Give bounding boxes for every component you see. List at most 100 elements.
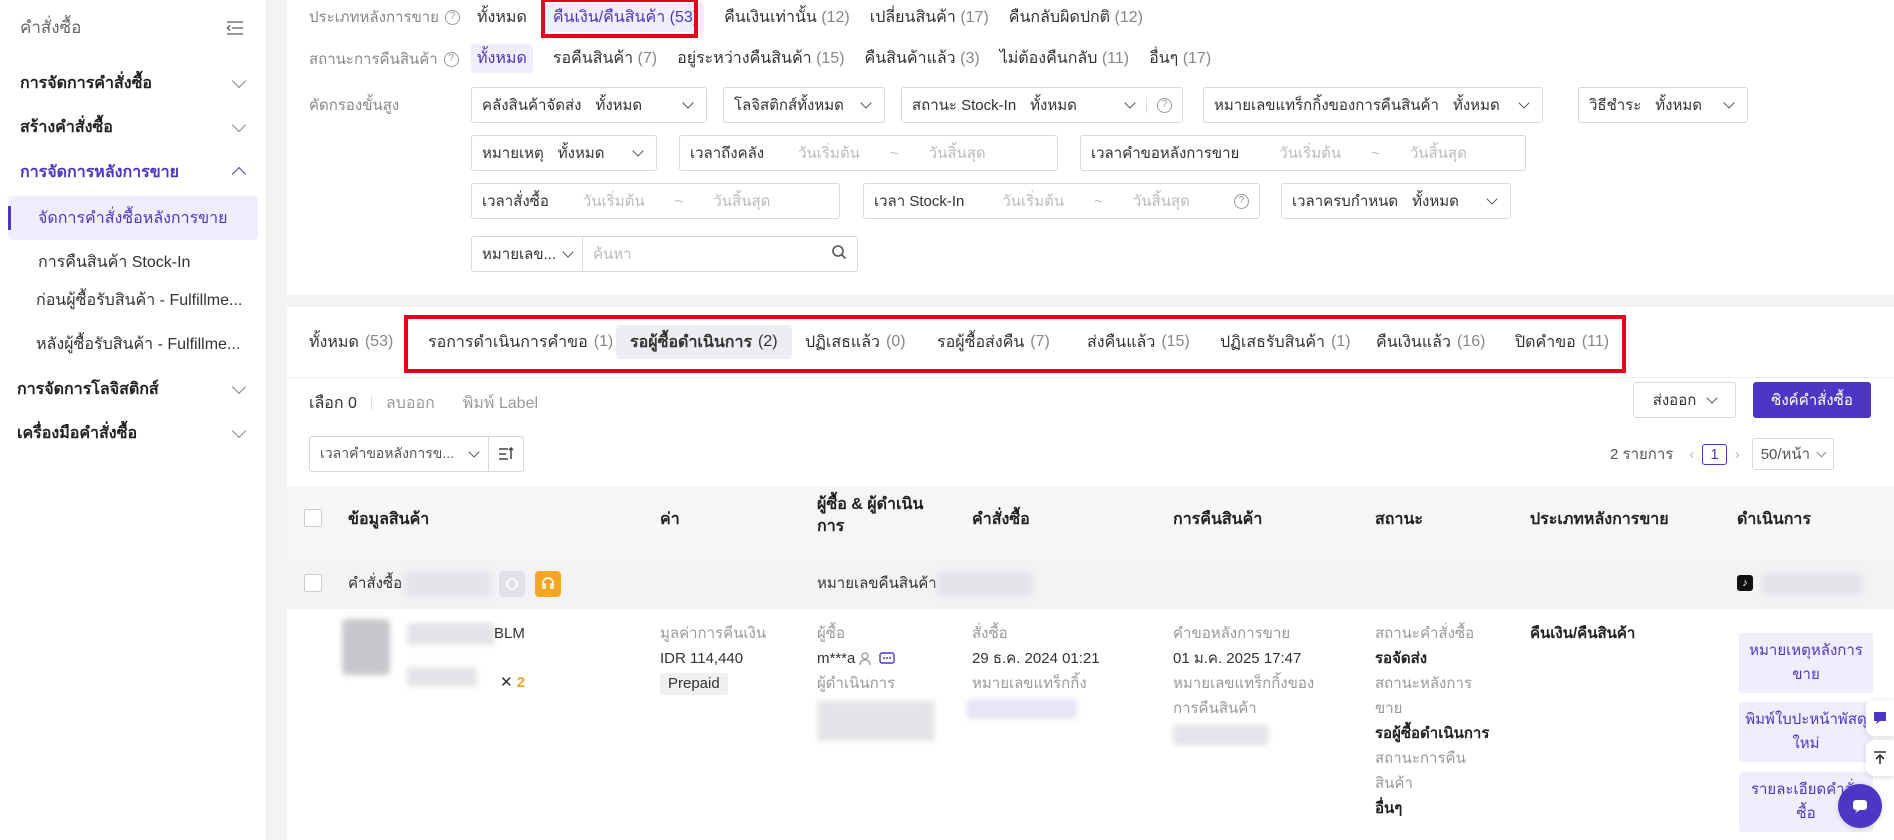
sidebar-group-after-sales[interactable]: การจัดการหลังการขาย (0, 157, 266, 187)
chevron-down-icon (231, 379, 247, 395)
help-icon[interactable]: ? (444, 9, 460, 25)
sidebar-group-logistics[interactable]: การจัดการโลจิสติกส์ (0, 374, 266, 404)
header-status: สถานะ (1375, 511, 1423, 528)
buyer-name: m***a (817, 650, 856, 667)
order-time-range[interactable]: เวลาสั่งซื้อ วันเริ่มต้น ~ วันสิ้นสุด (471, 183, 840, 219)
type-option-exchange[interactable]: เปลี่ยนสินค้า (17) (870, 5, 989, 30)
sidebar-item-before-receive[interactable]: ก่อนผู้ซื้อรับสินค้า - Fulfillme... (8, 284, 258, 316)
status-option-waiting[interactable]: รอคืนสินค้า (7) (553, 46, 657, 71)
return-number-label: หมายเลขคืนสินค้า (817, 575, 937, 592)
help-icon[interactable]: ? (1234, 193, 1249, 209)
tab-refused-receive[interactable]: ปฏิเสธรับสินค้า (1) (1206, 325, 1365, 359)
product-name-redacted (407, 623, 495, 645)
header-return: การคืนสินค้า (1173, 511, 1263, 528)
order-checkbox[interactable] (304, 574, 322, 592)
after-sales-note-button[interactable]: หมายเหตุหลังการขาย (1739, 633, 1873, 693)
payment-select[interactable]: วิธีชำระ ทั้งหมด (1578, 87, 1748, 123)
copy-icon[interactable] (499, 571, 525, 597)
sidebar-group-order-tools[interactable]: เครื่องมือคำสั่งซื้อ (0, 418, 266, 448)
sort-order-button[interactable] (488, 436, 524, 472)
sync-orders-button[interactable]: ซิงค์คำสั่งซื้อ (1753, 382, 1871, 418)
return-tracking-select[interactable]: หมายเลขแทร็กกิ้งของการคืนสินค้า ทั้งหมด (1203, 87, 1543, 123)
tab-waiting-return[interactable]: รอผู้ซื้อส่งคืน (7) (923, 325, 1064, 359)
status-cell: สถานะคำสั่งซื้อ รอจัดส่ง สถานะหลังการ ขา… (1375, 625, 1490, 817)
request-time-range[interactable]: เวลาคำขอหลังการขาย วันเริ่มต้น ~ วันสิ้นสุด (1080, 135, 1526, 171)
service-icon[interactable] (535, 571, 561, 597)
chevron-down-icon (231, 73, 247, 89)
help-icon[interactable]: ? (1157, 97, 1172, 113)
collapse-menu-icon[interactable] (226, 20, 244, 35)
type-option-all[interactable]: ทั้งหมด (477, 5, 527, 30)
chat-icon[interactable] (879, 651, 896, 666)
chevron-up-icon (231, 166, 247, 182)
back-to-top-icon[interactable] (1866, 740, 1894, 776)
chevron-down-icon (468, 446, 480, 458)
tab-closed[interactable]: ปิดคำขอ (11) (1501, 325, 1623, 359)
sidebar-item-after-receive[interactable]: หลังผู้ซื้อรับสินค้า - Fulfillme... (8, 328, 258, 360)
search-type-select[interactable]: หมายเลข... (471, 236, 583, 272)
user-icon[interactable] (859, 651, 875, 666)
status-option-returning[interactable]: อยู่ระหว่างคืนสินค้า (15) (677, 46, 844, 71)
prepaid-badge: Prepaid (660, 673, 728, 695)
selected-count: เลือก 0 (309, 394, 357, 412)
type-option-abnormal-return[interactable]: คืนกลับผิดปกติ (12) (1009, 5, 1143, 30)
reprint-label-button[interactable]: พิมพ์ใบปะหน้าพัสดุใหม่ (1739, 702, 1873, 762)
order-group-row (287, 559, 1894, 609)
chevron-down-icon (1723, 97, 1735, 109)
stockin-time-range[interactable]: เวลา Stock-In วันเริ่มต้น ~ วันสิ้นสุด? (863, 183, 1260, 219)
prev-page-icon[interactable]: ‹ (1689, 446, 1694, 463)
select-all-checkbox[interactable] (304, 509, 322, 527)
pagination: 2 รายการ ‹ 1 › 50/หน้า (1610, 436, 1835, 472)
return-number-redacted (937, 572, 1033, 596)
filter-type-options: ทั้งหมด คืนเงิน/คืนสินค้า (53) คืนเงินเท… (477, 2, 1163, 32)
filter-status-options: ทั้งหมด รอคืนสินค้า (7) อยู่ระหว่างคืนสิ… (471, 43, 1231, 73)
help-icon[interactable]: ? (443, 51, 459, 67)
per-page-select[interactable]: 50/หน้า (1751, 438, 1835, 470)
sidebar-item-stock-in[interactable]: การคืนสินค้า Stock-In (8, 246, 258, 278)
sidebar-group-order-management[interactable]: การจัดการคำสั่งซื้อ (0, 68, 266, 98)
arrive-time-range[interactable]: เวลาถึงคลัง วันเริ่มต้น ~ วันสิ้นสุด (679, 135, 1058, 171)
search-input[interactable]: ค้นหา (582, 236, 858, 272)
tab-refunded[interactable]: คืนเงินแล้ว (16) (1362, 325, 1499, 359)
note-select[interactable]: หมายเหตุ ทั้งหมด (471, 135, 657, 171)
status-option-returned[interactable]: คืนสินค้าแล้ว (3) (865, 46, 980, 71)
stockin-status-select[interactable]: สถานะ Stock-In ทั้งหมด ? (901, 87, 1183, 123)
feedback-icon[interactable] (1866, 700, 1894, 736)
tab-all[interactable]: ทั้งหมด (53) (295, 325, 407, 359)
product-sku-redacted (407, 667, 477, 687)
tab-rejected[interactable]: ปฏิเสธแล้ว (0) (791, 325, 920, 359)
return-tracking-redacted (1173, 725, 1269, 745)
header-amount: ค่า (660, 511, 680, 528)
type-option-refund-only[interactable]: คืนเงินเท่านั้น (12) (724, 5, 850, 30)
deadline-select[interactable]: เวลาครบกำหนด ทั้งหมด (1281, 183, 1511, 219)
sidebar-group-create-order[interactable]: สร้างคำสั่งซื้อ (0, 112, 266, 142)
chevron-down-icon (682, 97, 694, 109)
logistics-select[interactable]: โลจิสติกส์ทั้งหมด (723, 87, 885, 123)
tab-returned[interactable]: ส่งคืนแล้ว (15) (1073, 325, 1204, 359)
tiktok-icon: ♪ (1737, 575, 1753, 591)
status-option-other[interactable]: อื่นๆ (17) (1149, 46, 1211, 71)
search-icon[interactable] (831, 244, 847, 264)
print-label-button[interactable]: พิมพ์ Label (463, 391, 538, 416)
status-option-no-return[interactable]: ไม่ต้องคืนกลับ (11) (1000, 46, 1129, 71)
export-button[interactable]: ส่งออก (1633, 382, 1736, 418)
sidebar-item-after-sales-orders[interactable]: จัดการคำสั่งซื้อหลังการขาย (8, 196, 258, 240)
product-qty: ✕ 2 (500, 674, 526, 691)
filter-status-label: สถานะการคืนสินค้า? (309, 48, 459, 70)
status-option-all[interactable]: ทั้งหมด (471, 43, 533, 73)
chevron-down-icon (1518, 97, 1530, 109)
filter-type-label: ประเภทหลังการขาย? (309, 6, 460, 28)
sidebar-header: คำสั่งซื้อ (0, 0, 266, 44)
next-page-icon[interactable]: › (1735, 446, 1740, 463)
chevron-down-icon (231, 117, 247, 133)
amount-cell: มูลค่าการคืนเงิน IDR 114,440 Prepaid (660, 621, 766, 696)
sort-select[interactable]: เวลาคำขอหลังการข... (309, 436, 489, 472)
warehouse-select[interactable]: คลังสินค้าจัดส่ง ทั้งหมด (471, 87, 707, 123)
chat-support-icon[interactable] (1838, 784, 1882, 828)
delete-button[interactable]: ลบออก (386, 391, 435, 416)
current-page[interactable]: 1 (1702, 443, 1727, 465)
return-cell: คำขอหลังการขาย 01 ม.ค. 2025 17:47 หมายเล… (1173, 625, 1315, 717)
tab-pending-request[interactable]: รอการดำเนินการคำขอ (1) (414, 325, 627, 359)
tab-waiting-buyer[interactable]: รอผู้ซื้อดำเนินการ (2) (616, 325, 792, 359)
type-option-refund-return[interactable]: คืนเงิน/คืนสินค้า (53) (546, 2, 705, 32)
